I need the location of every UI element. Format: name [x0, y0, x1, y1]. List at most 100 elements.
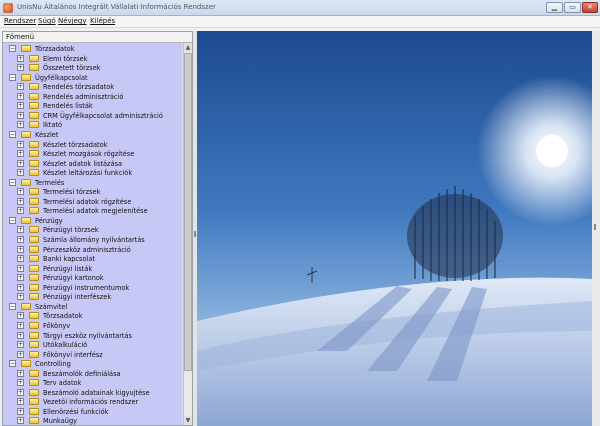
- scroll-up-arrow-icon[interactable]: ▲: [184, 43, 192, 52]
- tree-item[interactable]: + Összetett törzsek: [3, 63, 182, 73]
- scroll-down-arrow-icon[interactable]: ▼: [184, 416, 192, 425]
- collapse-icon[interactable]: −: [9, 130, 16, 138]
- expand-icon[interactable]: +: [17, 226, 24, 234]
- tree-item[interactable]: + Rendelés listák: [3, 101, 182, 111]
- expand-icon[interactable]: +: [17, 64, 24, 72]
- expand-icon[interactable]: +: [17, 140, 24, 148]
- scroll-thumb[interactable]: [184, 53, 192, 371]
- expand-icon[interactable]: +: [17, 245, 24, 253]
- tree-group[interactable]: − Számvitel: [3, 302, 182, 312]
- tree-item[interactable]: + Termelési törzsek: [3, 187, 182, 197]
- expand-icon[interactable]: +: [17, 92, 24, 100]
- expand-icon[interactable]: +: [17, 54, 24, 62]
- tree-group[interactable]: − Ügyfélkapcsolat: [3, 73, 182, 83]
- tree-item[interactable]: + CRM Ügyfélkapcsolat adminisztráció: [3, 111, 182, 121]
- expand-icon[interactable]: +: [17, 159, 24, 167]
- tree-item[interactable]: + Főkönyvi interfész: [3, 350, 182, 360]
- tree-item[interactable]: + Utókalkuláció: [3, 340, 182, 350]
- tree-item[interactable]: + Rendelés adminisztráció: [3, 92, 182, 102]
- tree-item[interactable]: + Főkönyv: [3, 321, 182, 331]
- tree-item[interactable]: + Számla állomány nyilvántartás: [3, 235, 182, 245]
- expand-icon[interactable]: +: [17, 283, 24, 291]
- folder-icon: [29, 255, 39, 263]
- tree-item[interactable]: + Törzsadatok: [3, 311, 182, 321]
- tree-item-label: Készlet adatok listázása: [43, 159, 123, 168]
- expand-icon[interactable]: +: [17, 188, 24, 196]
- collapse-icon[interactable]: −: [9, 45, 16, 52]
- menu-sugo[interactable]: Súgó: [38, 17, 56, 25]
- expand-icon[interactable]: +: [17, 350, 24, 358]
- expand-icon[interactable]: +: [17, 274, 24, 282]
- expand-icon[interactable]: +: [17, 255, 24, 263]
- minimize-button[interactable]: ▁: [546, 2, 563, 13]
- tree-item[interactable]: + Terv adatok: [3, 378, 182, 388]
- expand-icon[interactable]: +: [17, 398, 24, 406]
- expand-icon[interactable]: +: [17, 293, 24, 301]
- tree-item[interactable]: + Termelési adatok rögzítése: [3, 197, 182, 207]
- expand-icon[interactable]: +: [17, 207, 24, 215]
- tree-item[interactable]: + Elemi törzsek: [3, 54, 182, 64]
- tree-item-label: Terv adatok: [43, 379, 82, 388]
- expand-icon[interactable]: +: [17, 331, 24, 339]
- tree-scrollbar[interactable]: ▲ ▼: [183, 43, 192, 425]
- tree-item[interactable]: + Készlet adatok listázása: [3, 159, 182, 169]
- collapse-icon[interactable]: −: [9, 73, 16, 81]
- tree-item[interactable]: + Pénzügyi instrumentumok: [3, 283, 182, 293]
- tree-item[interactable]: + Munkaügy: [3, 416, 182, 425]
- tree-item[interactable]: + Pénzügyi listák: [3, 264, 182, 274]
- tree-group[interactable]: − Termelés: [3, 178, 182, 188]
- collapse-icon[interactable]: −: [9, 216, 16, 224]
- expand-icon[interactable]: +: [17, 83, 24, 91]
- menu-kilepes[interactable]: Kilépés: [90, 17, 115, 25]
- folder-icon: [29, 197, 39, 205]
- expand-icon[interactable]: +: [17, 312, 24, 320]
- expand-icon[interactable]: +: [17, 417, 24, 425]
- tree-item[interactable]: + Tárgyi eszköz nyilvántartás: [3, 331, 182, 341]
- collapse-icon[interactable]: −: [9, 360, 16, 368]
- tree-group[interactable]: − Pénzügy: [3, 216, 182, 226]
- tree-item[interactable]: + Rendelés törzsadatok: [3, 82, 182, 92]
- expand-icon[interactable]: +: [17, 407, 24, 415]
- expand-icon[interactable]: +: [17, 102, 24, 110]
- tree-item[interactable]: + Pénzeszköz adminisztráció: [3, 245, 182, 255]
- close-button[interactable]: ✕: [582, 2, 598, 13]
- expand-icon[interactable]: +: [17, 379, 24, 387]
- tree-group[interactable]: − Controlling: [3, 359, 182, 369]
- collapse-icon[interactable]: −: [9, 302, 16, 310]
- tree-item[interactable]: + Iktató: [3, 120, 182, 130]
- expand-icon[interactable]: +: [17, 150, 24, 158]
- tree-item[interactable]: + Ellenörzési funkciók: [3, 407, 182, 417]
- tree-item[interactable]: + Termelési adatok megjelenítése: [3, 206, 182, 216]
- tree-item[interactable]: + Vezetöi információs rendszer: [3, 397, 182, 407]
- maximize-button[interactable]: ▭: [564, 2, 581, 13]
- tree-item[interactable]: + Banki kapcsolat: [3, 254, 182, 264]
- menu-nevjegy[interactable]: Névjegy: [58, 17, 87, 25]
- tree-item-label: Pénzügyi instrumentumok: [43, 283, 130, 292]
- tree-item[interactable]: + Pénzügyi interfészek: [3, 292, 182, 302]
- expand-icon[interactable]: +: [17, 369, 24, 377]
- expand-icon[interactable]: +: [17, 169, 24, 177]
- expand-icon[interactable]: +: [17, 341, 24, 349]
- expand-icon[interactable]: +: [17, 236, 24, 243]
- expand-icon[interactable]: +: [17, 121, 24, 129]
- tree-item[interactable]: + Pénzügyi törzsek: [3, 225, 182, 235]
- tree-item[interactable]: + Készlet leltározási funkciók: [3, 168, 182, 178]
- expand-icon[interactable]: +: [17, 264, 24, 272]
- tree-item[interactable]: + Beszámoló adatainak kigyujtése: [3, 388, 182, 398]
- folder-icon: [29, 331, 39, 339]
- tree-item-label: Készlet leltározási funkciók: [43, 169, 133, 178]
- tree-item[interactable]: + Beszámolók definiálása: [3, 369, 182, 379]
- tree-item[interactable]: + Készlet törzsadatok: [3, 140, 182, 150]
- expand-icon[interactable]: +: [17, 321, 24, 329]
- menu-rendszer[interactable]: Rendszer: [4, 17, 36, 25]
- expand-icon[interactable]: +: [17, 197, 24, 205]
- tree-group[interactable]: − Törzsadatok: [3, 44, 182, 54]
- tree-item[interactable]: + Pénzügyi kartonok: [3, 273, 182, 283]
- collapse-icon[interactable]: −: [9, 178, 16, 186]
- expand-icon[interactable]: +: [17, 111, 24, 119]
- tree-item[interactable]: + Készlet mozgások rögzítése: [3, 149, 182, 159]
- tree-group[interactable]: − Készlet: [3, 130, 182, 140]
- folder-icon: [29, 341, 39, 349]
- folder-icon: [29, 236, 39, 243]
- expand-icon[interactable]: +: [17, 388, 24, 396]
